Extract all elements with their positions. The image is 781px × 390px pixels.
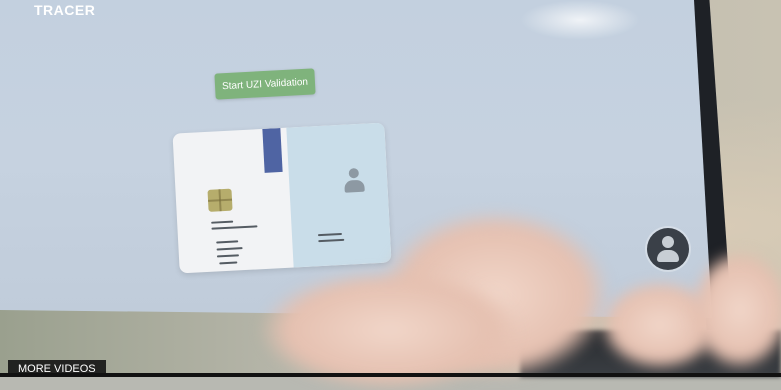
chip-icon bbox=[207, 188, 233, 212]
user-icon-head bbox=[662, 236, 674, 248]
person-icon-body bbox=[344, 179, 365, 193]
id-card-line bbox=[211, 220, 234, 224]
id-card-illustration bbox=[172, 122, 392, 274]
hand-blur bbox=[690, 250, 781, 370]
person-icon bbox=[343, 167, 366, 195]
id-card-line bbox=[219, 261, 238, 265]
id-card-photo-panel bbox=[286, 122, 392, 268]
video-bottom-bar bbox=[0, 373, 781, 377]
hand-blur bbox=[260, 270, 520, 390]
brand-logo: TRACER bbox=[34, 2, 96, 18]
id-card-line bbox=[216, 240, 239, 244]
user-icon-body bbox=[657, 250, 679, 262]
user-icon[interactable] bbox=[647, 228, 689, 270]
id-card-line bbox=[211, 225, 258, 230]
id-card-line bbox=[216, 247, 243, 251]
person-icon-head bbox=[348, 167, 360, 179]
id-card-stripe bbox=[262, 127, 283, 173]
id-card-line bbox=[216, 254, 239, 258]
screen-glare bbox=[520, 0, 640, 40]
start-uzi-validation-button[interactable]: Start UZI Validation bbox=[214, 68, 316, 100]
